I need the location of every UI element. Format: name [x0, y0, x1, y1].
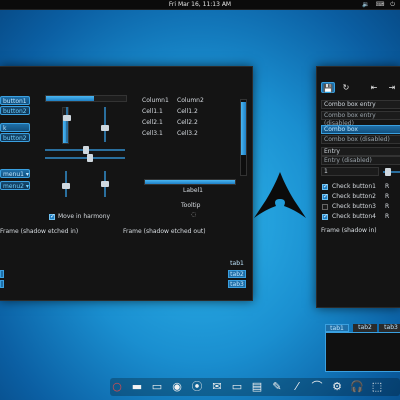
save-icon[interactable]: 💾 — [321, 82, 335, 93]
frame-out-label: Frame (shadow etched out) — [123, 228, 206, 235]
tab-3[interactable]: tab3 — [379, 324, 400, 332]
horizontal-slider-2[interactable] — [45, 154, 125, 162]
check-button-3-label: Check button3 — [332, 203, 376, 210]
vertical-slider-1[interactable] — [63, 107, 71, 142]
horizontal-scrollbar[interactable] — [144, 179, 236, 185]
radio-button-4[interactable]: R — [385, 213, 389, 220]
terminal-icon[interactable]: ▬ — [130, 380, 144, 394]
table-cell[interactable]: Cell1.2 — [177, 108, 198, 115]
label1: Label1 — [183, 187, 204, 194]
tab-left-edge[interactable] — [0, 280, 4, 288]
widget-factory-window: 💾 ↻ ⇤ ⇥ Combo box entry Combo box entry … — [316, 66, 400, 372]
spin-slider[interactable] — [383, 168, 400, 176]
column-header-1[interactable]: Column1 — [142, 97, 169, 104]
tab-1[interactable]: tab1 — [228, 260, 246, 268]
table-cell[interactable]: Cell1.1 — [142, 108, 163, 115]
firefox-icon[interactable]: ⦿ — [190, 380, 204, 394]
monitor-icon[interactable]: ▭ — [230, 380, 244, 394]
check-button-4-label: Check button4 — [332, 213, 376, 220]
document-icon[interactable]: ▤ — [250, 380, 264, 394]
entry-field[interactable]: Entry — [321, 147, 400, 156]
dock: ○ ▬ ▭ ◉ ⦿ ✉ ▭ ▤ ✎ ⁄ ⌒ ⚙ 🎧 ⬚ — [110, 378, 400, 396]
frame-in-label: Frame (shadow etched in) — [0, 228, 79, 235]
frame-shadow-in-label: Frame (shadow in) — [321, 227, 377, 234]
button-3[interactable]: button2 — [0, 133, 30, 142]
pen-icon[interactable]: ✎ — [270, 380, 284, 394]
settings-icon[interactable]: ⚙ — [330, 380, 344, 394]
tab-2[interactable]: tab2 — [353, 324, 377, 332]
system-tray[interactable]: 🔉 ⌨ ⏻ — [362, 1, 397, 9]
screen-icon[interactable]: ⬚ — [370, 380, 384, 394]
arc-icon[interactable]: ⌒ — [310, 380, 324, 394]
combo-box-entry[interactable]: Combo box entry — [321, 100, 400, 109]
check-button-2[interactable] — [322, 193, 328, 200]
widget-demo-window: button1 button2 k button1 button2 menu1 … — [0, 66, 253, 301]
radio-button-1[interactable]: R — [385, 183, 389, 190]
headphones-icon[interactable]: 🎧 — [350, 380, 364, 394]
move-in-harmony-checkbox[interactable] — [49, 213, 55, 220]
table-cell[interactable]: Cell3.1 — [142, 130, 163, 137]
slash-tool-icon[interactable]: ⁄ — [290, 380, 304, 394]
clock[interactable]: Fri Mar 16, 11:13 AM — [0, 1, 400, 8]
top-panel: Fri Mar 16, 11:13 AM 🔉 ⌨ ⏻ — [0, 0, 400, 10]
vertical-slider-3[interactable] — [62, 171, 70, 197]
check-button-1-label: Check button1 — [332, 183, 376, 190]
entry-field-disabled: Entry (disabled) — [321, 156, 400, 165]
table-cell[interactable]: Cell2.1 — [142, 119, 163, 126]
window-icon[interactable]: ▭ — [150, 380, 164, 394]
combo-box-entry-disabled: Combo box entry (disabled) — [321, 111, 400, 127]
tooltip-label: Tooltip — [181, 202, 201, 209]
tab-left-edge[interactable] — [0, 270, 4, 278]
notebook-page — [325, 332, 400, 372]
spin-button[interactable]: 1 — [321, 167, 379, 176]
table-cell[interactable]: Cell3.2 — [177, 130, 198, 137]
spinner-icon: ◌ — [191, 211, 197, 218]
refresh-icon[interactable]: ↻ — [339, 82, 353, 93]
combo-box[interactable]: Combo box — [321, 125, 400, 134]
progress-bar — [45, 95, 127, 102]
tab-1[interactable]: tab1 — [325, 324, 349, 332]
button-1[interactable]: button1 — [0, 96, 30, 105]
button-2[interactable]: button2 — [0, 106, 30, 115]
go-first-icon[interactable]: ⇤ — [367, 82, 381, 93]
horizontal-slider-1[interactable] — [45, 146, 125, 154]
arch-logo-icon — [254, 172, 306, 218]
check-button-1[interactable] — [322, 183, 328, 190]
scrollbar[interactable] — [240, 99, 247, 176]
combo-box-disabled: Combo box (disabled) — [321, 135, 400, 144]
tab-3[interactable]: tab3 — [228, 280, 246, 288]
chrome-icon[interactable]: ◉ — [170, 380, 184, 394]
move-in-harmony-label: Move in harmony — [58, 213, 111, 220]
table-cell[interactable]: Cell2.2 — [177, 119, 198, 126]
go-last-icon[interactable]: ⇥ — [385, 82, 399, 93]
check-button-4[interactable] — [322, 213, 328, 220]
menu-button-1[interactable]: menu1 ▾ — [0, 169, 30, 178]
mail-icon[interactable]: ✉ — [210, 380, 224, 394]
check-button-2-label: Check button2 — [332, 193, 376, 200]
menu-button-2[interactable]: menu2 ▾ — [0, 181, 30, 190]
circle-app-icon[interactable]: ○ — [110, 380, 124, 394]
radio-button-3[interactable]: R — [385, 203, 389, 210]
check-button-3[interactable] — [322, 204, 328, 210]
radio-button-2[interactable]: R — [385, 193, 389, 200]
check-button-1[interactable]: k button1 — [0, 123, 30, 141]
column-header-2[interactable]: Column2 — [177, 97, 204, 104]
vertical-slider-4[interactable] — [101, 171, 109, 197]
vertical-slider-2[interactable] — [101, 107, 109, 142]
tab-2[interactable]: tab2 — [228, 270, 246, 278]
